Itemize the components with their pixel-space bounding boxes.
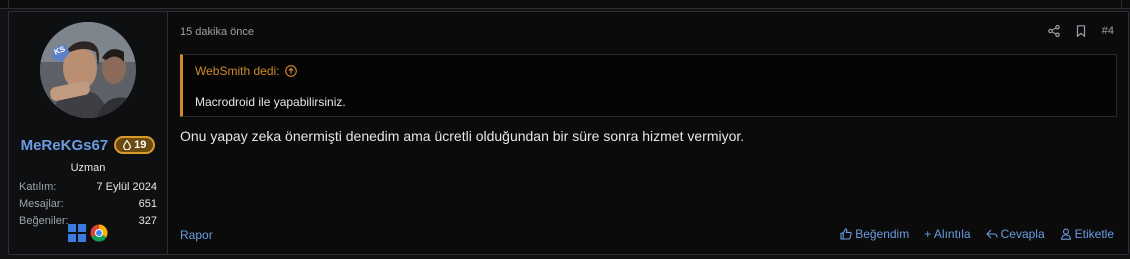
user-title: Uzman (70, 162, 106, 174)
stat-value[interactable]: 651 (139, 196, 157, 213)
reputation-value: 19 (134, 139, 147, 151)
post-message: Onu yapay zeka önermişti denedim ama ücr… (180, 128, 745, 144)
ks-badge-icon (52, 44, 70, 62)
username-row: MeReKGs67 19 (9, 136, 167, 154)
quote-button[interactable]: + Alıntıla (924, 227, 970, 241)
reply-button[interactable]: Cevapla (986, 227, 1045, 241)
stat-label: Mesajlar: (19, 198, 64, 210)
tag-button[interactable]: Etiketle (1060, 227, 1114, 241)
previous-post-edge (0, 0, 1130, 9)
droplet-icon (123, 140, 132, 150)
thumbs-up-icon (840, 228, 852, 240)
quote-block: WebSmith dedi: Macrodroid ile yapabilirs… (180, 54, 1117, 117)
tag-label: Etiketle (1074, 227, 1114, 241)
stat-messages: Mesajlar: 651 (19, 196, 157, 213)
post-header-actions: #4 (1047, 25, 1114, 37)
user-icon (1060, 228, 1071, 240)
reputation-badge[interactable]: 19 (114, 136, 156, 154)
stat-joined: Katılım: 7 Eylül 2024 (19, 179, 157, 196)
bookmark-icon[interactable] (1075, 25, 1087, 37)
quote-header[interactable]: WebSmith dedi: (195, 64, 297, 78)
like-button[interactable]: Beğendim (840, 227, 909, 241)
post-timestamp[interactable]: 15 dakika önce (180, 26, 254, 38)
reply-icon (986, 229, 998, 239)
user-stats: Katılım: 7 Eylül 2024 Mesajlar: 651 Beğe… (19, 179, 157, 230)
user-info-panel: KS MeReKGs67 19 Uzman Katılım: 7 Eylül 2… (9, 12, 168, 254)
post-number[interactable]: #4 (1102, 25, 1114, 37)
stat-label: Katılım: (19, 181, 57, 193)
quote-label: + Alıntıla (924, 227, 971, 241)
avatar[interactable]: KS (40, 22, 136, 118)
like-label: Beğendim (855, 227, 910, 241)
post-footer-actions: Beğendim + Alıntıla Cevapla Etiketle (840, 227, 1114, 241)
quote-text: Macrodroid ile yapabilirsiniz. (195, 95, 346, 109)
report-link[interactable]: Rapor (180, 228, 213, 242)
user-platform-icons (9, 224, 167, 242)
chrome-icon (90, 224, 108, 242)
forum-post: KS MeReKGs67 19 Uzman Katılım: 7 Eylül 2… (8, 11, 1129, 255)
windows-icon (68, 224, 86, 242)
arrow-up-circle-icon[interactable] (284, 65, 297, 77)
quote-author: WebSmith dedi: (195, 64, 280, 78)
stat-value: 7 Eylül 2024 (96, 181, 157, 193)
reply-label: Cevapla (1000, 227, 1045, 241)
share-icon[interactable] (1047, 25, 1060, 37)
username-link[interactable]: MeReKGs67 (21, 137, 109, 154)
post-main: 15 dakika önce #4 WebSmith dedi: Macrodr… (168, 12, 1128, 254)
